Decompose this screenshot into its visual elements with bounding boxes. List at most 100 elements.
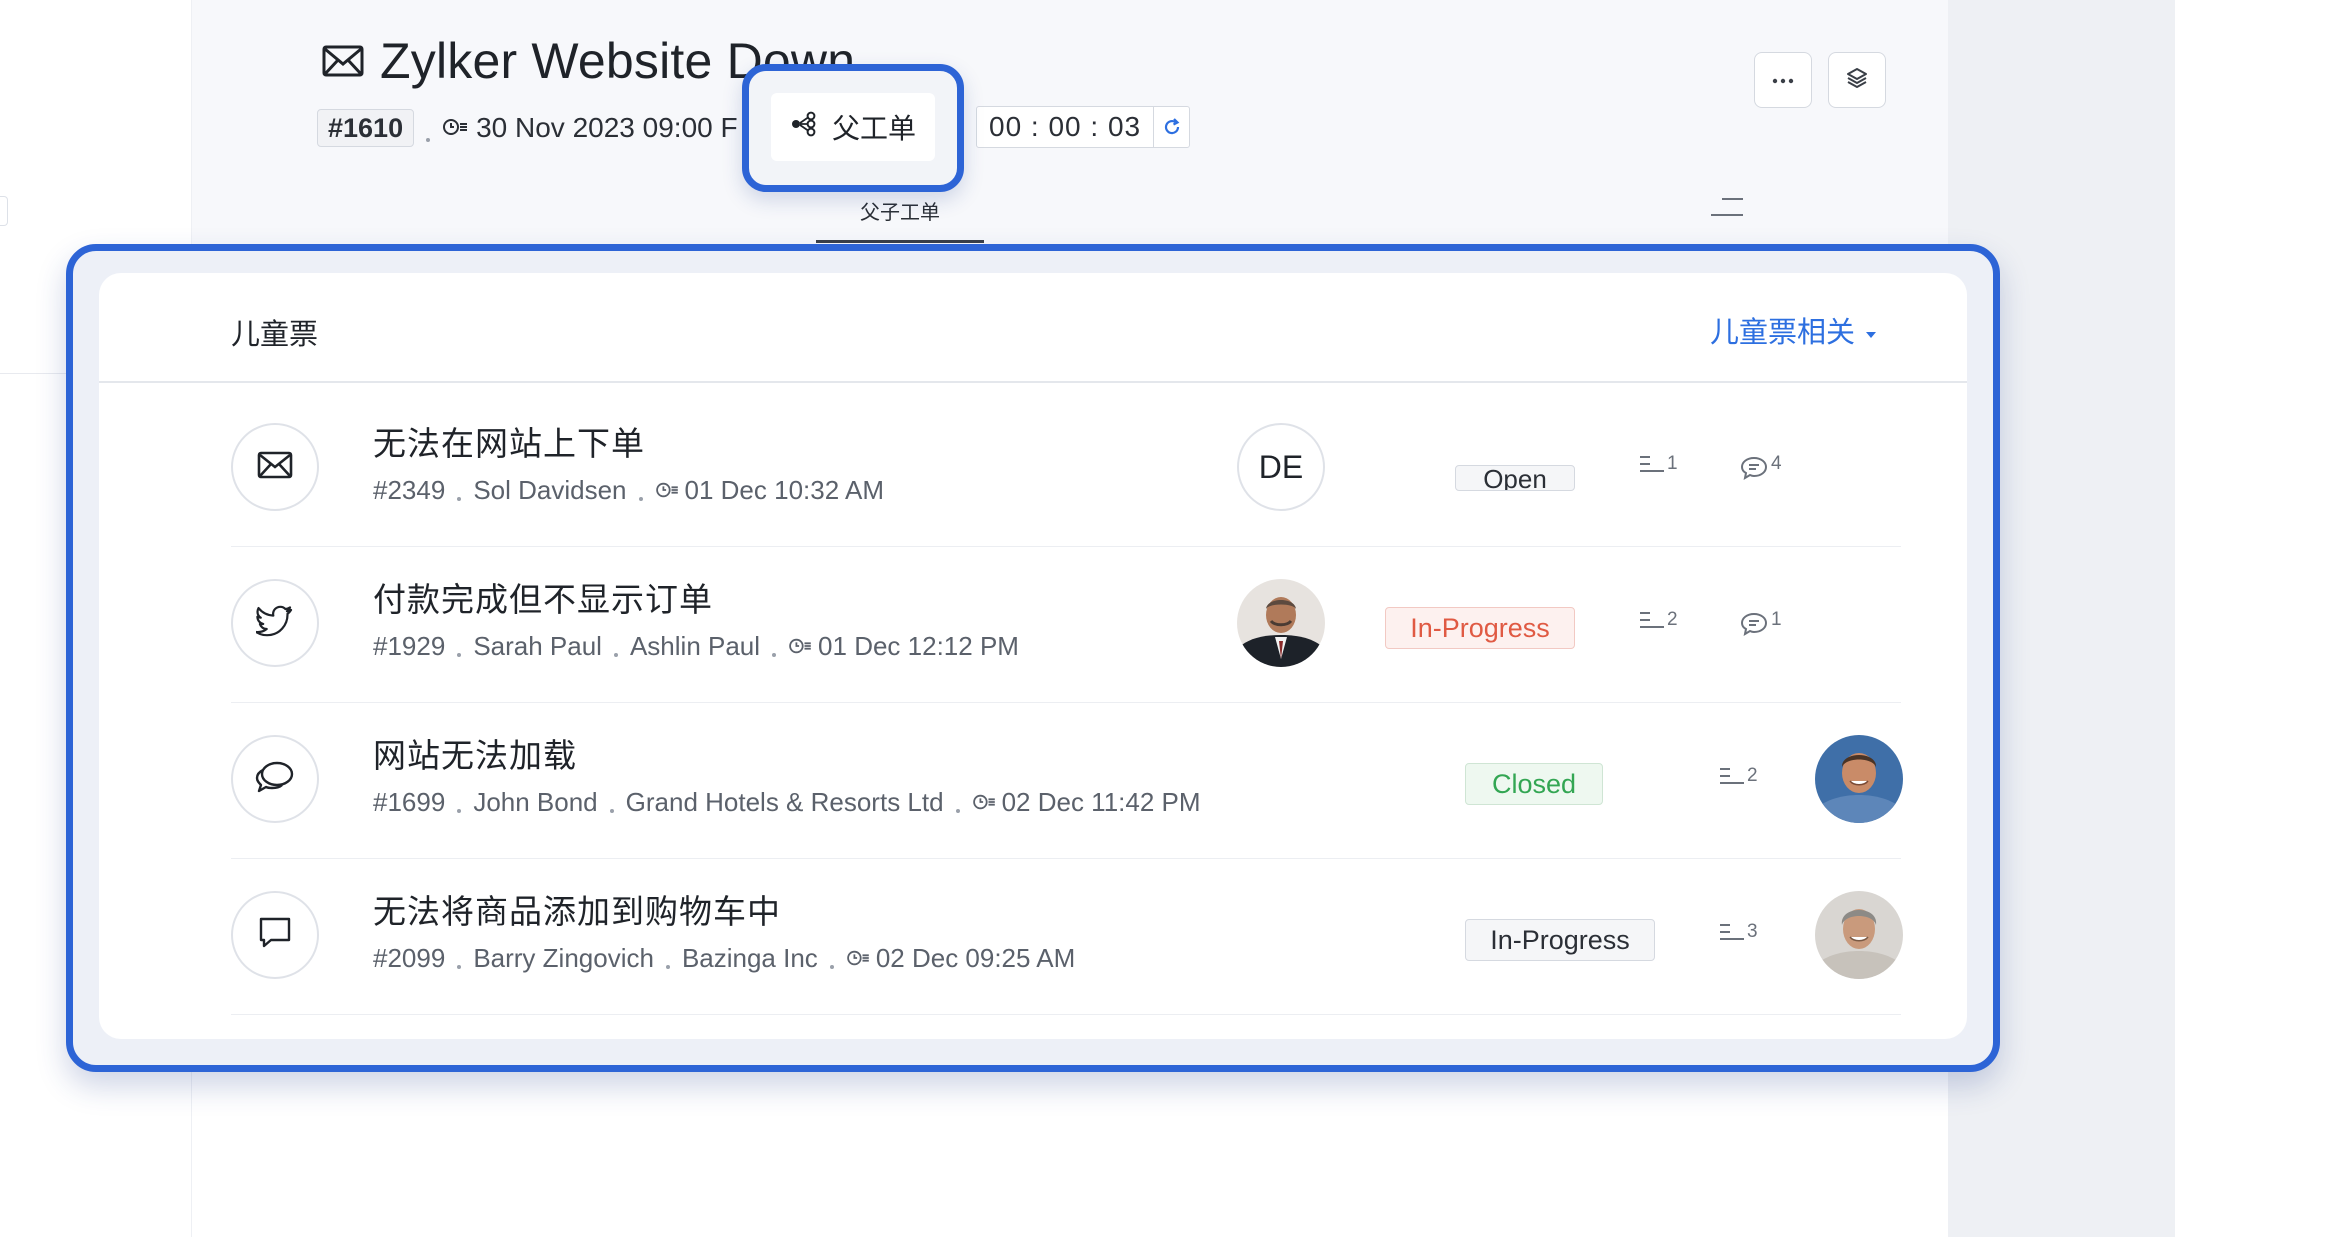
account-name[interactable]: Bazinga Inc xyxy=(682,943,818,974)
thread-count[interactable]: 1 xyxy=(1639,453,1678,481)
ticket-subject[interactable]: 网站无法加载 xyxy=(373,729,577,777)
email-icon xyxy=(257,451,293,484)
threads-icon xyxy=(1719,921,1745,949)
clock-icon xyxy=(655,475,679,506)
clock-icon xyxy=(442,112,468,144)
parent-ticket-label: 父工单 xyxy=(831,113,916,144)
far-right-pane xyxy=(2175,0,2350,1237)
separator-dot xyxy=(772,652,777,657)
assignee-avatar[interactable]: DE xyxy=(1237,423,1325,511)
ticket-id[interactable]: #1699 xyxy=(373,787,445,818)
due-date-text: 01 Dec 10:32 AM xyxy=(684,475,884,505)
channel-badge xyxy=(231,735,319,823)
contact-name[interactable]: Sarah Paul xyxy=(473,631,602,662)
channel-badge xyxy=(231,423,319,511)
ticket-meta: #1699 John Bond Grand Hotels & Resorts L… xyxy=(373,787,1201,818)
thread-count[interactable]: 2 xyxy=(1719,765,1758,793)
due-date-text: 02 Dec 11:42 PM xyxy=(1001,787,1201,817)
status-badge[interactable]: In-Progress xyxy=(1385,607,1575,649)
popup-title: 儿童票 xyxy=(231,319,319,351)
parent-ticket-callout: 父工单 xyxy=(742,64,964,192)
due-date: 01 Dec 10:32 AM xyxy=(655,475,884,506)
contact-name[interactable]: John Bond xyxy=(473,787,597,818)
ticket-subject[interactable]: 无法在网站上下单 xyxy=(373,417,645,465)
thread-count[interactable]: 3 xyxy=(1719,921,1758,949)
account-name[interactable]: Grand Hotels & Resorts Ltd xyxy=(626,787,944,818)
clock-icon xyxy=(972,787,996,818)
ticket-id-badge[interactable]: #1610 xyxy=(317,109,415,147)
chat-icon xyxy=(255,760,295,799)
popup-header: 儿童票 儿童票相关 xyxy=(99,273,1967,383)
comment-count-value: 4 xyxy=(1771,453,1782,474)
separator-dot xyxy=(457,652,462,657)
due-date: 01 Dec 12:12 PM xyxy=(788,631,1019,662)
related-dropdown[interactable]: 儿童票相关 xyxy=(1710,309,1877,351)
thread-count-value: 2 xyxy=(1667,609,1678,630)
tab-parent-child-tickets[interactable]: 父子工单 xyxy=(816,196,984,225)
ticket-subject[interactable]: 付款完成但不显示订单 xyxy=(373,573,713,621)
ticket-meta: #2349 Sol Davidsen 01 Dec 10:32 AM xyxy=(373,475,884,506)
related-dropdown-label: 儿童票相关 xyxy=(1709,317,1855,349)
comment-count[interactable]: 1 xyxy=(1739,609,1782,643)
timer-value: 00 : 00 : 03 xyxy=(989,111,1142,142)
ticket-id[interactable]: #2099 xyxy=(373,943,445,974)
message-icon xyxy=(258,916,292,955)
status-badge[interactable]: Closed xyxy=(1465,763,1603,805)
channel-badge xyxy=(231,579,319,667)
avatar-photo xyxy=(1815,891,1903,979)
contact-name[interactable]: Barry Zingovich xyxy=(473,943,654,974)
hierarchy-icon xyxy=(790,110,818,145)
collapse-handle[interactable] xyxy=(0,196,8,226)
threads-icon xyxy=(1639,453,1665,481)
avatar-photo xyxy=(1815,735,1903,823)
thread-count-value: 3 xyxy=(1747,921,1758,942)
parent-ticket-button[interactable]: 父工单 xyxy=(771,93,935,161)
caret-down-icon xyxy=(1865,314,1877,347)
separator-dot xyxy=(829,964,834,969)
child-ticket-row[interactable]: 网站无法加载 #1699 John Bond Grand Hotels & Re… xyxy=(231,703,1903,859)
channel-badge xyxy=(231,891,319,979)
separator-dot xyxy=(609,808,614,813)
comment-count[interactable]: 4 xyxy=(1739,453,1782,487)
thread-count-value: 2 xyxy=(1747,765,1758,786)
separator-dot xyxy=(457,964,462,969)
child-ticket-row[interactable]: 无法在网站上下单 #2349 Sol Davidsen 01 Dec 10:32… xyxy=(231,391,1901,547)
child-ticket-row[interactable]: 无法将商品添加到购物车中 #2099 Barry Zingovich Bazin… xyxy=(231,859,1903,1015)
due-date-text: 30 Nov 2023 09:00 F xyxy=(476,112,738,143)
account-name[interactable]: Ashlin Paul xyxy=(630,631,760,662)
ticket-meta: #1929 Sarah Paul Ashlin Paul 01 Dec 12:1… xyxy=(373,631,1019,662)
active-tab-indicator xyxy=(816,240,984,243)
ticket-due-date: 30 Nov 2023 09:00 F xyxy=(442,112,738,144)
ticket-id[interactable]: #1929 xyxy=(373,631,445,662)
contact-name[interactable]: Sol Davidsen xyxy=(473,475,626,506)
sort-icon[interactable] xyxy=(1710,196,1744,223)
refresh-icon[interactable] xyxy=(1153,107,1189,147)
due-date: 02 Dec 11:42 PM xyxy=(972,787,1201,818)
assignee-avatar[interactable] xyxy=(1815,891,1903,979)
layers-icon xyxy=(1845,66,1869,95)
assignee-avatar[interactable] xyxy=(1815,735,1903,823)
separator-dot xyxy=(457,808,462,813)
status-badge[interactable]: In-Progress xyxy=(1465,919,1655,961)
separator-dot xyxy=(613,652,618,657)
ticket-subject[interactable]: 无法将商品添加到购物车中 xyxy=(373,885,781,933)
separator-dot xyxy=(426,138,431,142)
comment-icon xyxy=(1739,609,1769,643)
more-icon xyxy=(1772,71,1794,89)
separator-dot xyxy=(665,964,670,969)
status-badge[interactable]: Open xyxy=(1455,465,1575,491)
layers-button[interactable] xyxy=(1828,52,1886,108)
due-date: 02 Dec 09:25 AM xyxy=(846,943,1075,974)
clock-icon xyxy=(846,943,870,974)
assignee-avatar[interactable] xyxy=(1237,579,1325,667)
comment-icon xyxy=(1739,453,1769,487)
threads-icon xyxy=(1639,609,1665,637)
thread-count[interactable]: 2 xyxy=(1639,609,1678,637)
more-options-button[interactable] xyxy=(1754,52,1812,108)
ticket-meta: #2099 Barry Zingovich Bazinga Inc 02 Dec… xyxy=(373,943,1075,974)
child-ticket-row[interactable]: 付款完成但不显示订单 #1929 Sarah Paul Ashlin Paul … xyxy=(231,547,1901,703)
child-tickets-popup: 儿童票 儿童票相关 无法在网站上下单 #2349 Sol Davidsen 01… xyxy=(99,273,1967,1039)
thread-count-value: 1 xyxy=(1667,453,1678,474)
ticket-meta: #1610 30 Nov 2023 09:00 F xyxy=(317,107,738,149)
ticket-id[interactable]: #2349 xyxy=(373,475,445,506)
